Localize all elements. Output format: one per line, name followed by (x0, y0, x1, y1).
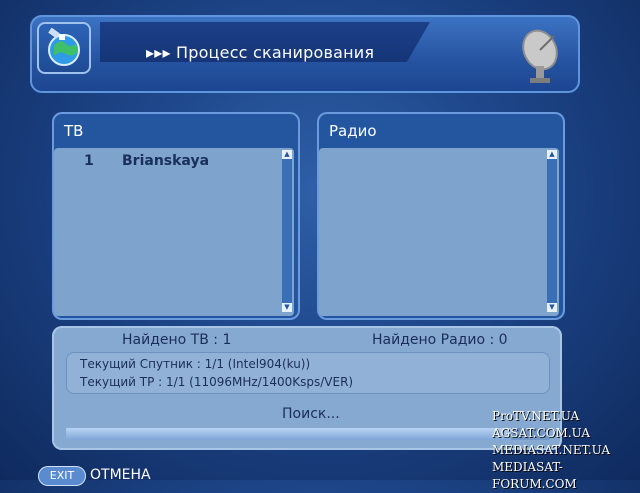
list-item[interactable]: 1 (84, 153, 94, 169)
scroll-up-icon[interactable]: ▲ (282, 150, 292, 159)
channel-number: 1 (84, 153, 94, 169)
cancel-label: ОТМЕНА (90, 467, 151, 483)
radio-panel-title: Радио (329, 122, 377, 140)
tv-scrollbar[interactable]: ▲ ▼ (282, 150, 292, 312)
page-title: ▸▸▸ Процесс сканирования (146, 43, 375, 62)
watermark-line: ProTV.NET.UA (492, 409, 580, 423)
found-tv-count: Найдено ТВ : 1 (122, 332, 232, 348)
scan-info-box: Текущий Спутник : 1/1 (Intel904(ku)) Тек… (66, 352, 550, 394)
satellite-dish-icon (518, 26, 564, 84)
watermark-line: MEDIASAT.NET.UA (492, 443, 611, 457)
watermark: ProTV.NET.UA AGSAT.COM.UA MEDIASAT.NET.U… (492, 408, 640, 493)
current-satellite: Текущий Спутник : 1/1 (Intel904(ku)) (80, 357, 311, 371)
satellite-globe-icon (37, 22, 91, 74)
tv-channel-list[interactable]: 1 Brianskaya ▲ ▼ (54, 148, 294, 316)
radio-channel-list[interactable]: ▲ ▼ (319, 148, 559, 316)
scroll-up-icon[interactable]: ▲ (547, 150, 557, 159)
search-status: Поиск... (282, 406, 340, 422)
scroll-down-icon[interactable]: ▼ (547, 303, 557, 312)
scroll-down-icon[interactable]: ▼ (282, 303, 292, 312)
tv-panel-title: ТВ (64, 122, 84, 140)
scan-progress-bar (66, 428, 550, 440)
watermark-line: MEDIASAT-FORUM.COM (492, 460, 577, 491)
scan-status-panel: Найдено ТВ : 1 Найдено Радио : 0 Текущий… (52, 326, 562, 450)
current-transponder: Текущий ТР : 1/1 (11096MHz/1400Ksps/VER) (80, 375, 354, 389)
radio-panel: Радио ▲ ▼ (317, 112, 565, 320)
channel-name: Brianskaya (122, 153, 210, 169)
radio-scrollbar[interactable]: ▲ ▼ (547, 150, 557, 312)
exit-button[interactable]: EXIT (38, 466, 86, 486)
scan-progress-fill (66, 428, 512, 440)
watermark-line: AGSAT.COM.UA (492, 426, 591, 440)
found-radio-count: Найдено Радио : 0 (372, 332, 508, 348)
list-item[interactable]: Brianskaya (122, 153, 209, 169)
tv-panel: ТВ 1 Brianskaya ▲ ▼ (52, 112, 300, 320)
